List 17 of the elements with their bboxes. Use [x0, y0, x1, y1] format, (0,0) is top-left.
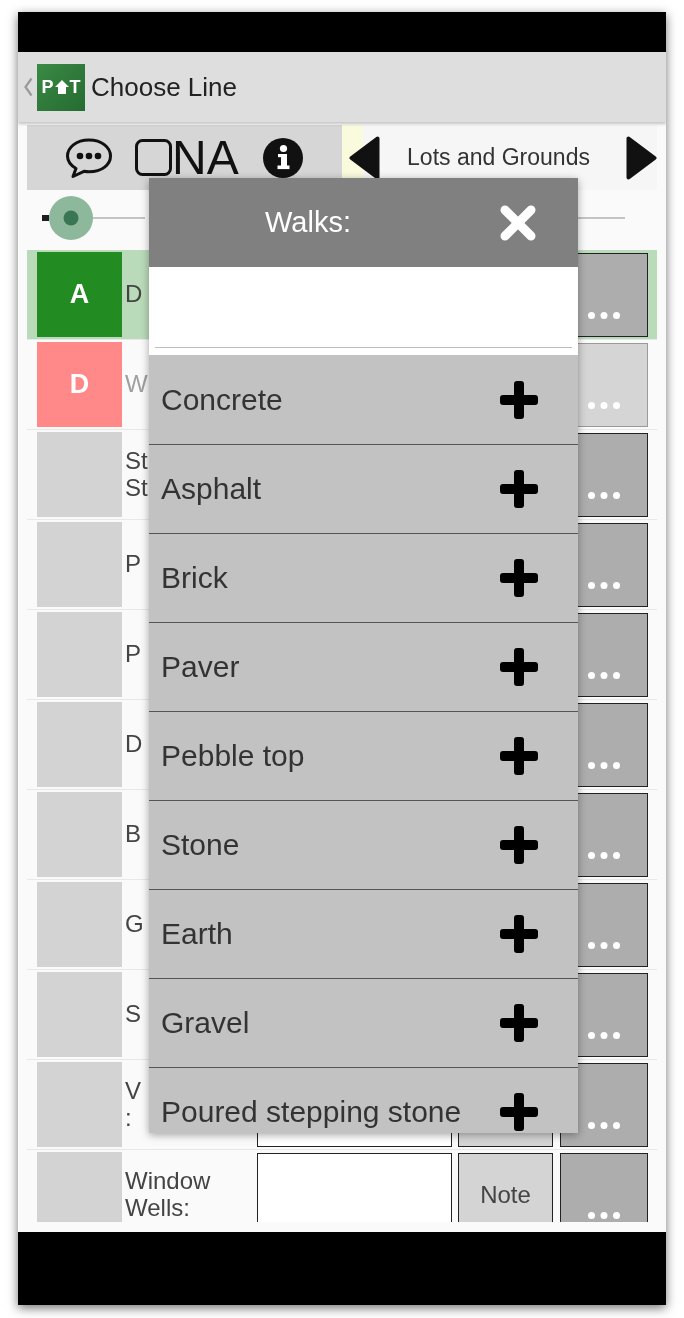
screen-title: Choose Line — [91, 70, 237, 104]
row-label: P — [125, 551, 141, 578]
logo-letter: P — [41, 78, 54, 96]
row-label: B — [125, 821, 141, 848]
row-label: V : — [125, 1078, 141, 1131]
row-label: G — [125, 911, 144, 938]
row-label: D — [125, 281, 143, 308]
checkbox-label: NA — [172, 133, 239, 182]
row-label: W — [125, 371, 148, 398]
logo-letter: T — [69, 78, 81, 96]
section-title: Lots and Grounds — [406, 143, 591, 173]
dialog-title: Walks: — [264, 204, 352, 240]
row-label: D — [125, 731, 143, 758]
row-label: S — [125, 1001, 141, 1028]
row-label: Window Wells: — [125, 1168, 211, 1221]
row-label: St St — [125, 448, 148, 501]
row-label: P — [125, 641, 141, 668]
